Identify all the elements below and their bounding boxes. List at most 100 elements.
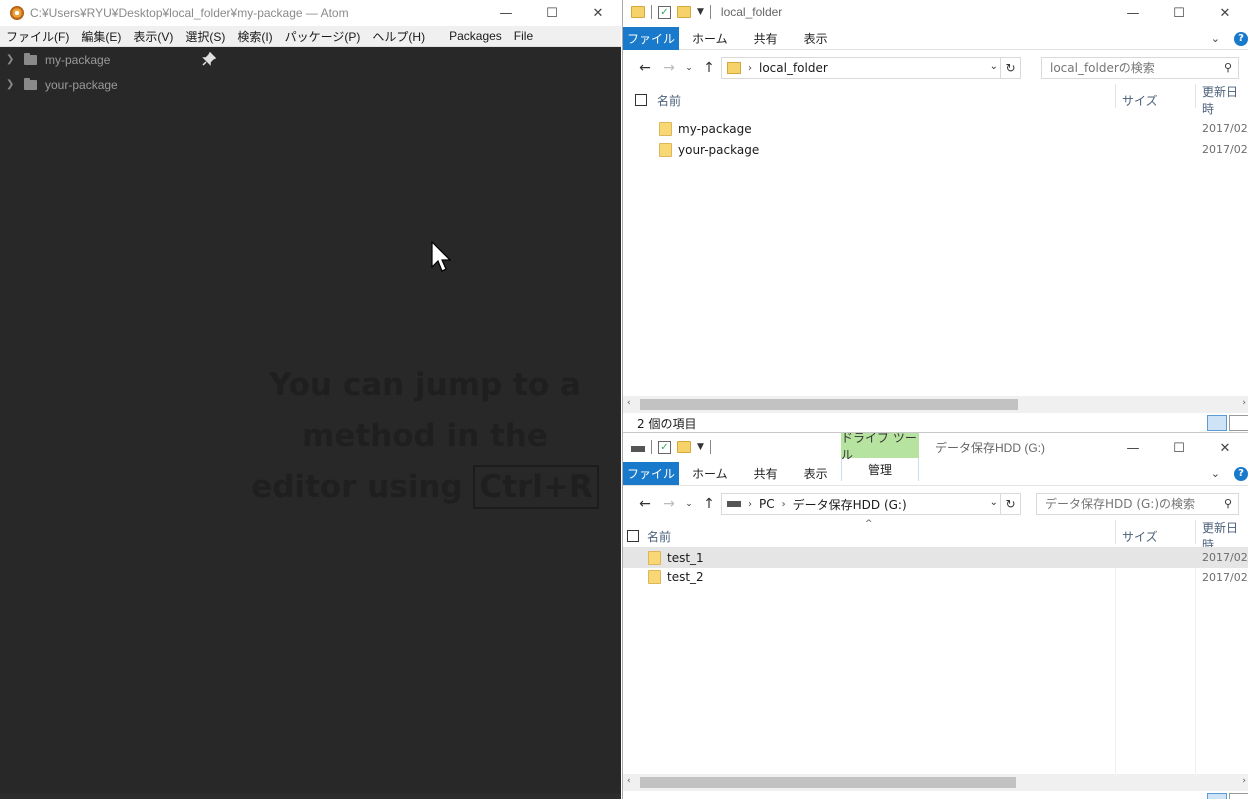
close-button[interactable]: ✕ — [1202, 0, 1248, 26]
properties-check-icon[interactable]: ✓ — [658, 5, 671, 19]
chevron-down-icon[interactable]: ⌄ — [1211, 467, 1220, 480]
column-size[interactable]: サイズ — [1122, 92, 1158, 109]
tab-home[interactable]: ホーム — [679, 465, 741, 482]
scroll-right-icon[interactable]: › — [1242, 776, 1246, 786]
column-divider[interactable] — [1195, 520, 1196, 544]
atom-titlebar[interactable]: C:¥Users¥RYU¥Desktop¥local_folder¥my-pac… — [0, 0, 621, 26]
minimize-button[interactable]: — — [483, 0, 529, 26]
help-icon[interactable]: ? — [1234, 466, 1248, 481]
minimize-button[interactable]: — — [1110, 0, 1156, 26]
maximize-button[interactable]: ☐ — [1156, 435, 1202, 461]
large-icons-view-icon[interactable] — [1229, 793, 1248, 799]
menu-packages-jp[interactable]: パッケージ(P) — [279, 28, 367, 45]
column-divider[interactable] — [1115, 520, 1116, 544]
ribbon-right: ⌄ ? — [1211, 27, 1248, 50]
up-arrow-icon[interactable]: ↑ — [697, 496, 721, 512]
list-item[interactable]: test_2 2017/02/ — [623, 568, 1248, 586]
tab-file[interactable]: ファイル — [623, 26, 679, 50]
column-divider[interactable] — [1115, 84, 1116, 108]
column-date[interactable]: 更新日時 — [1202, 83, 1248, 117]
tree-item-my-package[interactable]: ❯ my-package — [0, 47, 226, 72]
recent-locations-icon[interactable]: ⌄ — [681, 499, 697, 509]
explorer-titlebar[interactable]: ✓ ▼ local_folder — ☐ ✕ — [623, 0, 1248, 24]
details-view-icon[interactable] — [1207, 415, 1227, 431]
forward-arrow-icon[interactable]: → — [657, 60, 681, 76]
chevron-down-icon[interactable]: ⌄ — [990, 497, 998, 508]
customize-toolbar-icon[interactable]: ▼ — [697, 442, 704, 452]
search-input[interactable] — [1042, 61, 1202, 75]
select-all-checkbox[interactable] — [627, 530, 639, 542]
list-item[interactable]: your-package 2017/02/ — [659, 139, 1248, 160]
maximize-button[interactable]: ☐ — [1156, 0, 1202, 26]
back-arrow-icon[interactable]: ← — [633, 496, 657, 512]
maximize-button[interactable]: ☐ — [529, 0, 575, 26]
scrollbar-thumb[interactable] — [640, 777, 1016, 788]
explorer-titlebar[interactable]: ✓ ▼ データ保存HDD (G:) — ☐ ✕ — [623, 435, 1248, 459]
scroll-left-icon[interactable]: ‹ — [627, 398, 631, 408]
search-box[interactable]: ⚲ — [1036, 493, 1239, 515]
chevron-right-icon[interactable]: ❯ — [6, 54, 16, 65]
search-icon[interactable]: ⚲ — [1224, 497, 1232, 510]
horizontal-scrollbar[interactable]: ‹ › — [623, 396, 1248, 413]
details-view-icon[interactable] — [1207, 793, 1227, 799]
menu-find[interactable]: 検索(I) — [231, 28, 278, 45]
column-size[interactable]: サイズ — [1122, 528, 1158, 545]
new-folder-icon[interactable] — [677, 441, 691, 453]
back-arrow-icon[interactable]: ← — [633, 60, 657, 76]
menu-help[interactable]: ヘルプ(H) — [366, 28, 431, 45]
help-icon[interactable]: ? — [1234, 31, 1248, 46]
list-item[interactable]: test_1 2017/02/ — [623, 547, 1248, 568]
search-icon[interactable]: ⚲ — [1224, 61, 1232, 74]
breadcrumb-local-folder[interactable]: local_folder — [759, 61, 828, 75]
menu-selection[interactable]: 選択(S) — [179, 28, 231, 45]
close-button[interactable]: ✕ — [575, 0, 621, 26]
chevron-down-icon[interactable]: ⌄ — [1211, 32, 1220, 45]
tab-share[interactable]: 共有 — [741, 30, 791, 47]
breadcrumb-pc[interactable]: PC — [759, 497, 775, 511]
menu-file[interactable]: ファイル(F) — [0, 28, 75, 45]
search-input[interactable] — [1037, 497, 1197, 511]
customize-toolbar-icon[interactable]: ▼ — [697, 7, 704, 17]
breadcrumb-drive[interactable]: データ保存HDD (G:) — [793, 496, 907, 513]
up-arrow-icon[interactable]: ↑ — [697, 60, 721, 76]
large-icons-view-icon[interactable] — [1229, 415, 1248, 431]
search-box[interactable]: ⚲ — [1041, 57, 1239, 79]
menu-packages[interactable]: Packages — [443, 29, 508, 43]
menu-edit[interactable]: 編集(E) — [75, 28, 127, 45]
scroll-right-icon[interactable]: › — [1242, 398, 1246, 408]
breadcrumb-separator-icon[interactable]: › — [748, 63, 752, 74]
column-name[interactable]: 名前 — [647, 528, 671, 545]
breadcrumb-separator-icon[interactable]: › — [748, 499, 752, 510]
horizontal-scrollbar[interactable]: ‹ › — [623, 774, 1248, 791]
list-item[interactable]: my-package 2017/02/ — [659, 118, 1248, 139]
forward-arrow-icon[interactable]: → — [657, 496, 681, 512]
chevron-down-icon[interactable]: ⌄ — [990, 61, 998, 72]
column-name[interactable]: 名前 — [657, 92, 681, 109]
atom-window: C:¥Users¥RYU¥Desktop¥local_folder¥my-pac… — [0, 0, 621, 799]
menu-view[interactable]: 表示(V) — [127, 28, 179, 45]
chevron-right-icon[interactable]: ❯ — [6, 79, 16, 90]
refresh-icon[interactable]: ↻ — [1000, 494, 1020, 514]
select-all-checkbox[interactable] — [635, 94, 647, 106]
tab-share[interactable]: 共有 — [741, 465, 791, 482]
scroll-left-icon[interactable]: ‹ — [627, 776, 631, 786]
scrollbar-thumb[interactable] — [640, 399, 1018, 410]
address-bar[interactable]: › PC › データ保存HDD (G:) ⌄ ↻ — [721, 493, 1021, 515]
menu-file-en[interactable]: File — [508, 29, 539, 43]
close-button[interactable]: ✕ — [1202, 435, 1248, 461]
minimize-button[interactable]: — — [1110, 435, 1156, 461]
tab-home[interactable]: ホーム — [679, 30, 741, 47]
recent-locations-icon[interactable]: ⌄ — [681, 63, 697, 73]
tab-view[interactable]: 表示 — [791, 465, 841, 482]
address-bar[interactable]: › local_folder ⌄ ↻ — [721, 57, 1021, 79]
properties-check-icon[interactable]: ✓ — [658, 440, 671, 454]
drive-tools-label: ドライブ ツール — [841, 433, 919, 462]
refresh-icon[interactable]: ↻ — [1000, 58, 1020, 78]
tree-item-your-package[interactable]: ❯ your-package — [0, 72, 226, 97]
breadcrumb-separator-icon[interactable]: › — [782, 499, 786, 510]
pin-icon[interactable] — [202, 51, 217, 70]
column-divider[interactable] — [1195, 84, 1196, 108]
new-folder-icon[interactable] — [677, 6, 691, 18]
tab-file[interactable]: ファイル — [623, 462, 679, 485]
tab-view[interactable]: 表示 — [791, 30, 841, 47]
